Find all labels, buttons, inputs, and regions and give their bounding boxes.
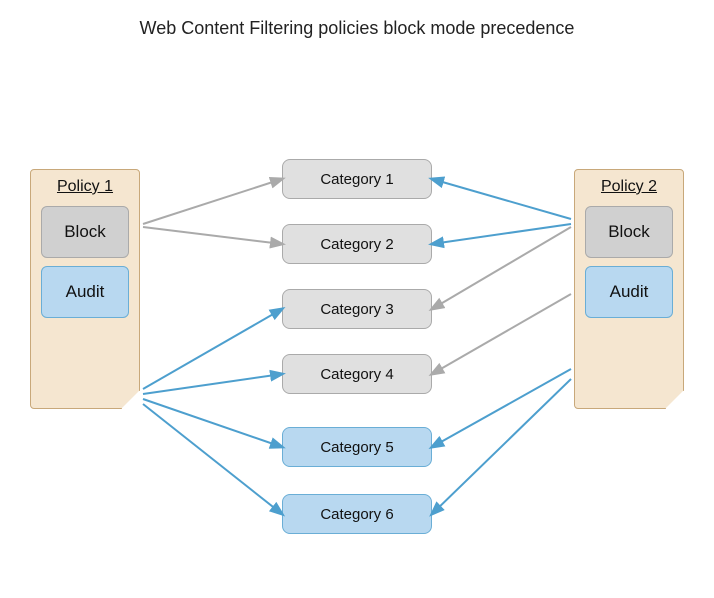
category-6: Category 6: [282, 494, 432, 534]
diagram: Policy 1 Block Audit Policy 2 Block Audi…: [0, 49, 714, 589]
policy1-box: Policy 1 Block Audit: [30, 169, 140, 409]
policy2-audit: Audit: [585, 266, 673, 318]
category-5: Category 5: [282, 427, 432, 467]
category-4: Category 4: [282, 354, 432, 394]
category-2: Category 2: [282, 224, 432, 264]
category-3: Category 3: [282, 289, 432, 329]
policy2-title: Policy 2: [601, 178, 657, 196]
policy1-audit: Audit: [41, 266, 129, 318]
category-1: Category 1: [282, 159, 432, 199]
policy2-box: Policy 2 Block Audit: [574, 169, 684, 409]
policy1-block: Block: [41, 206, 129, 258]
page-title: Web Content Filtering policies block mod…: [0, 0, 714, 49]
policy2-block: Block: [585, 206, 673, 258]
policy1-title: Policy 1: [57, 178, 113, 196]
